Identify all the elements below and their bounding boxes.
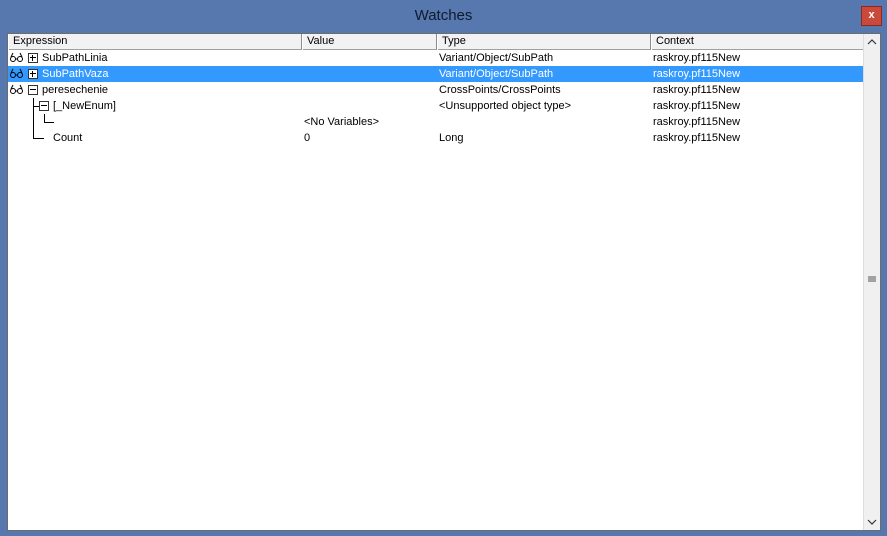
column-type[interactable]: Type: [437, 34, 651, 50]
watches-window: Watches x Expression Value Type Context …: [0, 0, 887, 536]
watch-row-no-variables[interactable]: <No Variables> raskroy.pf115New: [8, 114, 863, 130]
column-header: Expression Value Type Context: [8, 34, 863, 50]
type-cell: Variant/Object/SubPath: [439, 68, 554, 80]
context-cell: raskroy.pf115New: [653, 100, 741, 112]
watch-row-peresechenie[interactable]: peresechenie CrossPoints/CrossPoints ras…: [8, 82, 863, 98]
watch-row-count[interactable]: Count 0 Long raskroy.pf115New: [8, 130, 863, 146]
expand-plus-icon[interactable]: [28, 53, 38, 63]
column-value[interactable]: Value: [302, 34, 437, 50]
tree-line: [33, 130, 34, 138]
tree-line: [33, 138, 44, 139]
watch-row-newenum[interactable]: [_NewEnum] <Unsupported object type> ras…: [8, 98, 863, 114]
collapse-minus-icon[interactable]: [28, 85, 38, 95]
expression-cell: [_NewEnum]: [53, 100, 116, 112]
tree-line: [33, 114, 34, 130]
watch-glasses-icon: [10, 68, 23, 78]
expand-plus-icon[interactable]: [28, 69, 38, 79]
context-cell: raskroy.pf115New: [653, 84, 741, 96]
close-button[interactable]: x: [861, 6, 882, 26]
column-expression[interactable]: Expression: [8, 34, 302, 50]
type-cell: Long: [439, 132, 464, 144]
chevron-up-icon: [867, 39, 877, 45]
collapse-minus-icon[interactable]: [39, 101, 49, 111]
grip-lines-icon: [868, 276, 876, 282]
tree-line: [44, 114, 45, 122]
column-context[interactable]: Context: [651, 34, 863, 50]
watch-list: Expression Value Type Context SubPathLin…: [7, 33, 881, 531]
watch-glasses-icon: [10, 84, 23, 94]
title-bar[interactable]: Watches x: [0, 0, 887, 32]
value-cell: 0: [304, 132, 311, 144]
expression-cell: SubPathLinia: [42, 52, 108, 64]
tree-line: [44, 122, 54, 123]
scroll-up-button[interactable]: [864, 34, 880, 51]
expression-cell: peresechenie: [42, 84, 109, 96]
type-cell: CrossPoints/CrossPoints: [439, 84, 561, 96]
vertical-scrollbar[interactable]: [863, 34, 880, 530]
watch-row-subpathvaza[interactable]: SubPathVaza Variant/Object/SubPath raskr…: [8, 66, 863, 82]
expression-cell: Count: [53, 132, 83, 144]
context-cell: raskroy.pf115New: [653, 132, 741, 144]
context-cell: raskroy.pf115New: [653, 68, 741, 80]
context-cell: raskroy.pf115New: [653, 52, 741, 64]
expression-cell: SubPathVaza: [42, 68, 109, 80]
watch-row-subpathlinia[interactable]: SubPathLinia Variant/Object/SubPath rask…: [8, 50, 863, 66]
scroll-grip-icon[interactable]: [867, 274, 877, 284]
type-cell: <Unsupported object type>: [439, 100, 572, 112]
value-cell: <No Variables>: [304, 116, 380, 128]
scroll-down-button[interactable]: [864, 513, 880, 530]
context-cell: raskroy.pf115New: [653, 116, 741, 128]
chevron-down-icon: [867, 519, 877, 525]
watch-glasses-icon: [10, 52, 23, 62]
type-cell: Variant/Object/SubPath: [439, 52, 554, 64]
window-title: Watches: [414, 7, 473, 24]
